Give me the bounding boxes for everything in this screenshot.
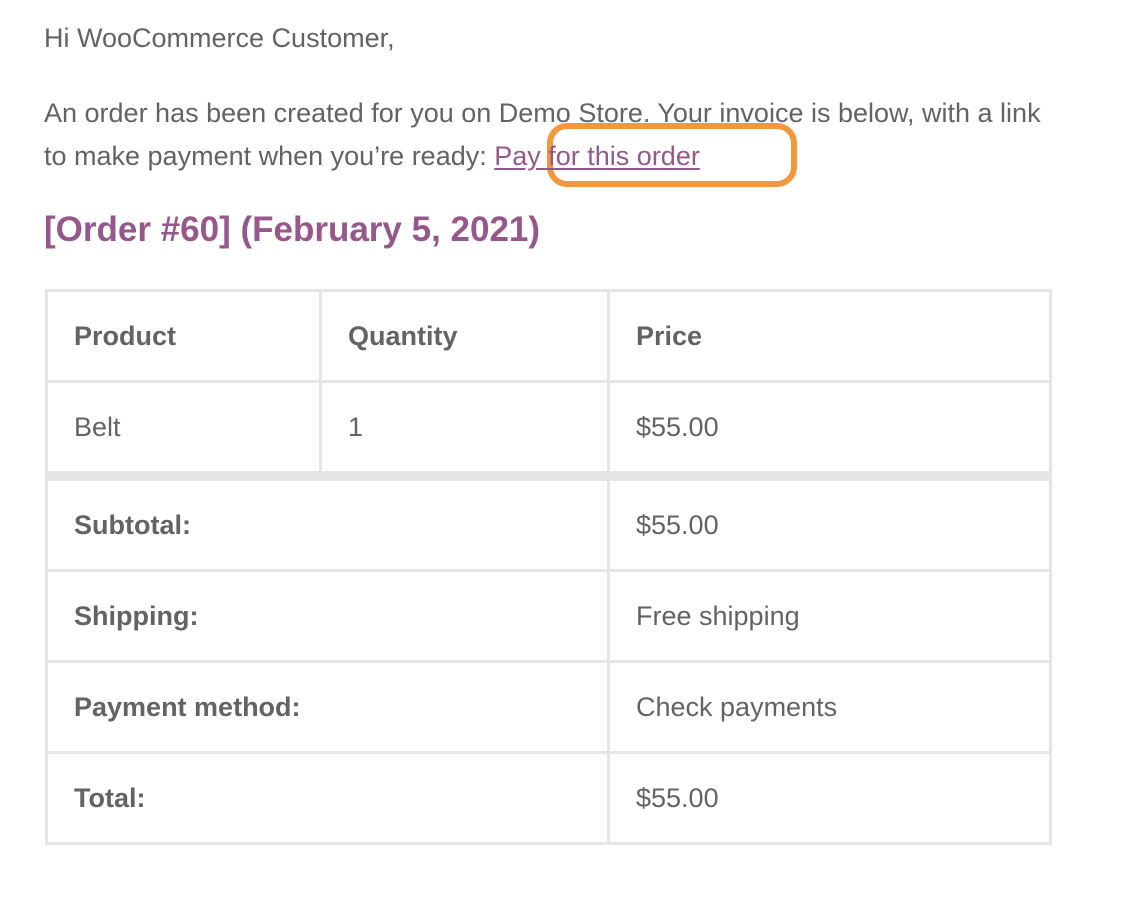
payment-method-label: Payment method:	[45, 660, 610, 754]
header-quantity: Quantity	[319, 289, 610, 383]
subtotal-label: Subtotal:	[45, 471, 610, 572]
item-quantity: 1	[319, 380, 610, 478]
shipping-value: Free shipping	[607, 569, 1052, 663]
header-price: Price	[607, 289, 1052, 383]
totals-row-total: Total: $55.00	[45, 751, 1052, 845]
order-details-table: Product Quantity Price Belt 1 $55.00 Sub…	[45, 289, 1052, 845]
item-price: $55.00	[607, 380, 1052, 478]
totals-row-payment-method: Payment method: Check payments	[45, 660, 1052, 754]
subtotal-value: $55.00	[607, 471, 1052, 572]
total-value: $55.00	[607, 751, 1052, 845]
table-row: Belt 1 $55.00	[45, 380, 1052, 478]
totals-row-shipping: Shipping: Free shipping	[45, 569, 1052, 663]
table-header-row: Product Quantity Price	[45, 289, 1052, 383]
header-product: Product	[45, 289, 322, 383]
greeting-text: Hi WooCommerce Customer,	[44, 23, 395, 53]
pay-for-order-link[interactable]: Pay for this order	[494, 141, 700, 171]
total-label: Total:	[45, 751, 610, 845]
shipping-label: Shipping:	[45, 569, 610, 663]
totals-row-subtotal: Subtotal: $55.00	[45, 471, 1052, 572]
payment-method-value: Check payments	[607, 660, 1052, 754]
item-product: Belt	[45, 380, 322, 478]
order-heading: [Order #60] (February 5, 2021)	[44, 210, 541, 249]
